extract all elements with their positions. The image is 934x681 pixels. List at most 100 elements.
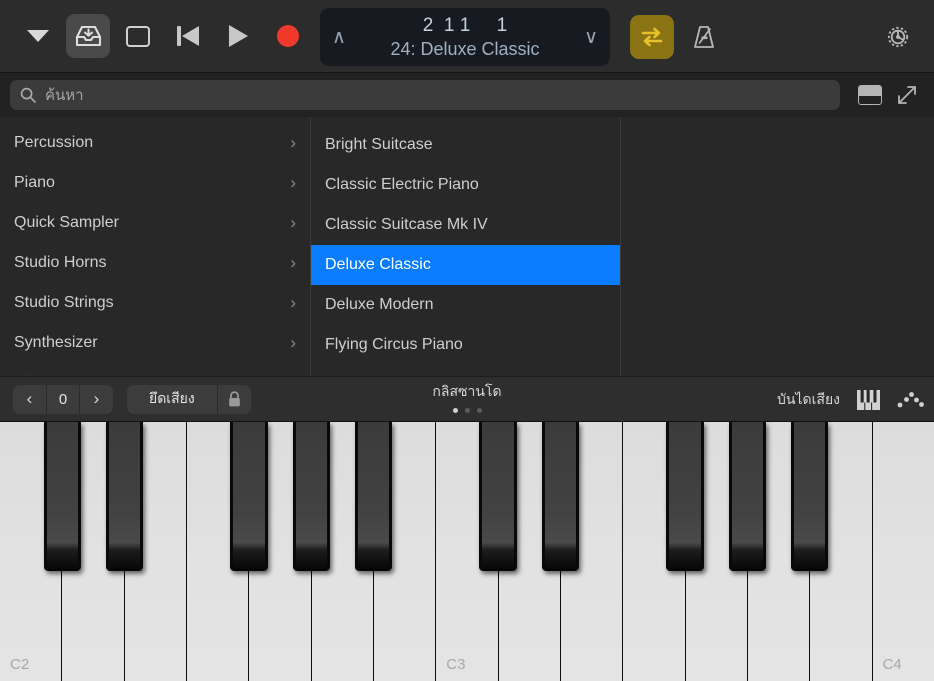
preset-row[interactable]: Classic Suitcase Mk IV	[311, 205, 620, 245]
search-field-wrapper[interactable]: ค้นหา	[10, 80, 840, 110]
record-button[interactable]	[266, 14, 310, 58]
split-view-icon[interactable]	[858, 85, 882, 105]
white-key[interactable]: C4	[873, 422, 934, 681]
category-label: Studio Strings	[14, 294, 114, 312]
transport-toolbar: ∧ 2 1 1 1 24: Deluxe Classic ∨	[0, 0, 934, 73]
category-row[interactable]: Vintage B3 Organ ›	[0, 363, 310, 376]
transport-left-controls	[0, 14, 316, 58]
black-key[interactable]	[729, 422, 766, 571]
black-key[interactable]	[44, 422, 81, 571]
piano-keyboard: C2 C3 C4	[0, 422, 934, 681]
chevron-right-icon: ›	[290, 213, 296, 233]
scale-button[interactable]: บันไดเสียง	[777, 389, 840, 411]
loop-button[interactable]	[630, 15, 674, 59]
category-label: Piano	[14, 174, 55, 192]
lcd-preset-name: 24: Deluxe Classic	[346, 38, 584, 60]
page-dot[interactable]	[465, 408, 470, 413]
lock-icon	[227, 391, 242, 408]
category-row[interactable]: Percussion ›	[0, 123, 310, 163]
piano-keys-icon[interactable]	[856, 389, 881, 411]
sustain-group: ยึดเสียง	[127, 385, 251, 414]
category-list: Percussion › Piano › Quick Sampler › Stu…	[0, 117, 310, 376]
rectangle-icon	[126, 26, 150, 47]
play-button[interactable]	[216, 14, 260, 58]
category-label: Studio Horns	[14, 254, 107, 272]
rewind-icon	[177, 26, 199, 46]
preset-label: Flying Circus Piano	[325, 336, 463, 354]
metronome-button[interactable]	[682, 15, 726, 59]
glissando-label[interactable]: กลิสซานโด	[432, 381, 501, 403]
lcd-chevron-down-icon[interactable]: ∨	[584, 28, 598, 47]
black-key[interactable]	[106, 422, 143, 571]
category-column: Percussion › Piano › Quick Sampler › Stu…	[0, 117, 311, 376]
preset-label: Bright Suitcase	[325, 136, 433, 154]
black-key[interactable]	[230, 422, 267, 571]
detail-column	[621, 117, 934, 376]
lcd-chevron-up-icon[interactable]: ∧	[332, 28, 346, 47]
category-label: Quick Sampler	[14, 214, 119, 232]
diagonal-resize-icon[interactable]	[896, 84, 918, 106]
record-icon	[277, 25, 299, 47]
loop-icon	[639, 25, 665, 49]
search-toolbar-icons	[840, 84, 924, 106]
lcd-beat-position: 2 1 1 1	[346, 15, 584, 37]
preset-label: Deluxe Classic	[325, 256, 431, 274]
garageband-window: ∧ 2 1 1 1 24: Deluxe Classic ∨	[0, 0, 934, 681]
keyboard-toolbar-right: บันไดเสียง	[777, 377, 924, 423]
preset-column: Bright Suitcase Classic Electric Piano C…	[311, 117, 621, 376]
preset-row[interactable]: Deluxe Modern	[311, 285, 620, 325]
chevron-right-icon: ›	[290, 173, 296, 193]
rewind-button[interactable]	[166, 14, 210, 58]
page-dot[interactable]	[453, 408, 458, 413]
preset-label: Deluxe Modern	[325, 296, 434, 314]
sustain-button[interactable]: ยึดเสียง	[127, 385, 217, 414]
category-row[interactable]: Synthesizer ›	[0, 323, 310, 363]
chevron-right-icon: ›	[290, 253, 296, 273]
preset-row[interactable]: Classic Electric Piano	[311, 165, 620, 205]
chevron-right-icon: ›	[290, 293, 296, 313]
inbox-button[interactable]	[66, 14, 110, 58]
category-label: Synthesizer	[14, 334, 98, 352]
instrument-browser: Percussion › Piano › Quick Sampler › Stu…	[0, 117, 934, 376]
search-icon	[20, 87, 36, 103]
black-key[interactable]	[542, 422, 579, 571]
black-key[interactable]	[791, 422, 828, 571]
preset-row-selected[interactable]: Deluxe Classic	[311, 245, 620, 285]
triangle-down-button[interactable]	[16, 14, 60, 58]
octave-up-button[interactable]: ›	[80, 385, 113, 414]
inbox-icon	[75, 24, 102, 48]
black-key[interactable]	[293, 422, 330, 571]
search-input[interactable]: ค้นหา	[45, 83, 84, 107]
octave-down-button[interactable]: ‹	[13, 385, 46, 414]
loops-browser-button[interactable]	[116, 14, 160, 58]
preset-label: Classic Suitcase Mk IV	[325, 216, 488, 234]
search-toolbar: ค้นหา	[0, 73, 934, 117]
note-label: C4	[873, 656, 902, 681]
sustain-lock-button[interactable]	[217, 385, 251, 414]
page-dot[interactable]	[477, 408, 482, 413]
chevron-right-icon: ›	[290, 333, 296, 353]
category-row[interactable]: Studio Strings ›	[0, 283, 310, 323]
chevron-right-icon: ›	[290, 133, 296, 153]
octave-value: 0	[47, 391, 79, 408]
octave-stepper: ‹ 0 ›	[13, 385, 113, 414]
page-dots[interactable]	[453, 408, 482, 413]
category-row[interactable]: Studio Horns ›	[0, 243, 310, 283]
black-key[interactable]	[355, 422, 392, 571]
preset-row[interactable]: Flying Circus Piano	[311, 325, 620, 365]
black-key[interactable]	[479, 422, 516, 571]
play-icon	[229, 25, 248, 47]
black-key[interactable]	[666, 422, 703, 571]
lcd-display[interactable]: ∧ 2 1 1 1 24: Deluxe Classic ∨	[320, 8, 610, 66]
category-row[interactable]: Quick Sampler ›	[0, 203, 310, 243]
preset-label: Classic Electric Piano	[325, 176, 479, 194]
lcd-content: 2 1 1 1 24: Deluxe Classic	[346, 15, 584, 60]
transport-right-controls	[630, 0, 726, 73]
arpeggiator-icon[interactable]	[897, 390, 924, 410]
category-row[interactable]: Piano ›	[0, 163, 310, 203]
triangle-down-icon	[27, 30, 49, 42]
preset-row[interactable]: Bright Suitcase	[311, 125, 620, 165]
gear-icon	[883, 22, 913, 52]
preset-list: Bright Suitcase Classic Electric Piano C…	[311, 117, 620, 365]
settings-button[interactable]	[876, 15, 920, 59]
